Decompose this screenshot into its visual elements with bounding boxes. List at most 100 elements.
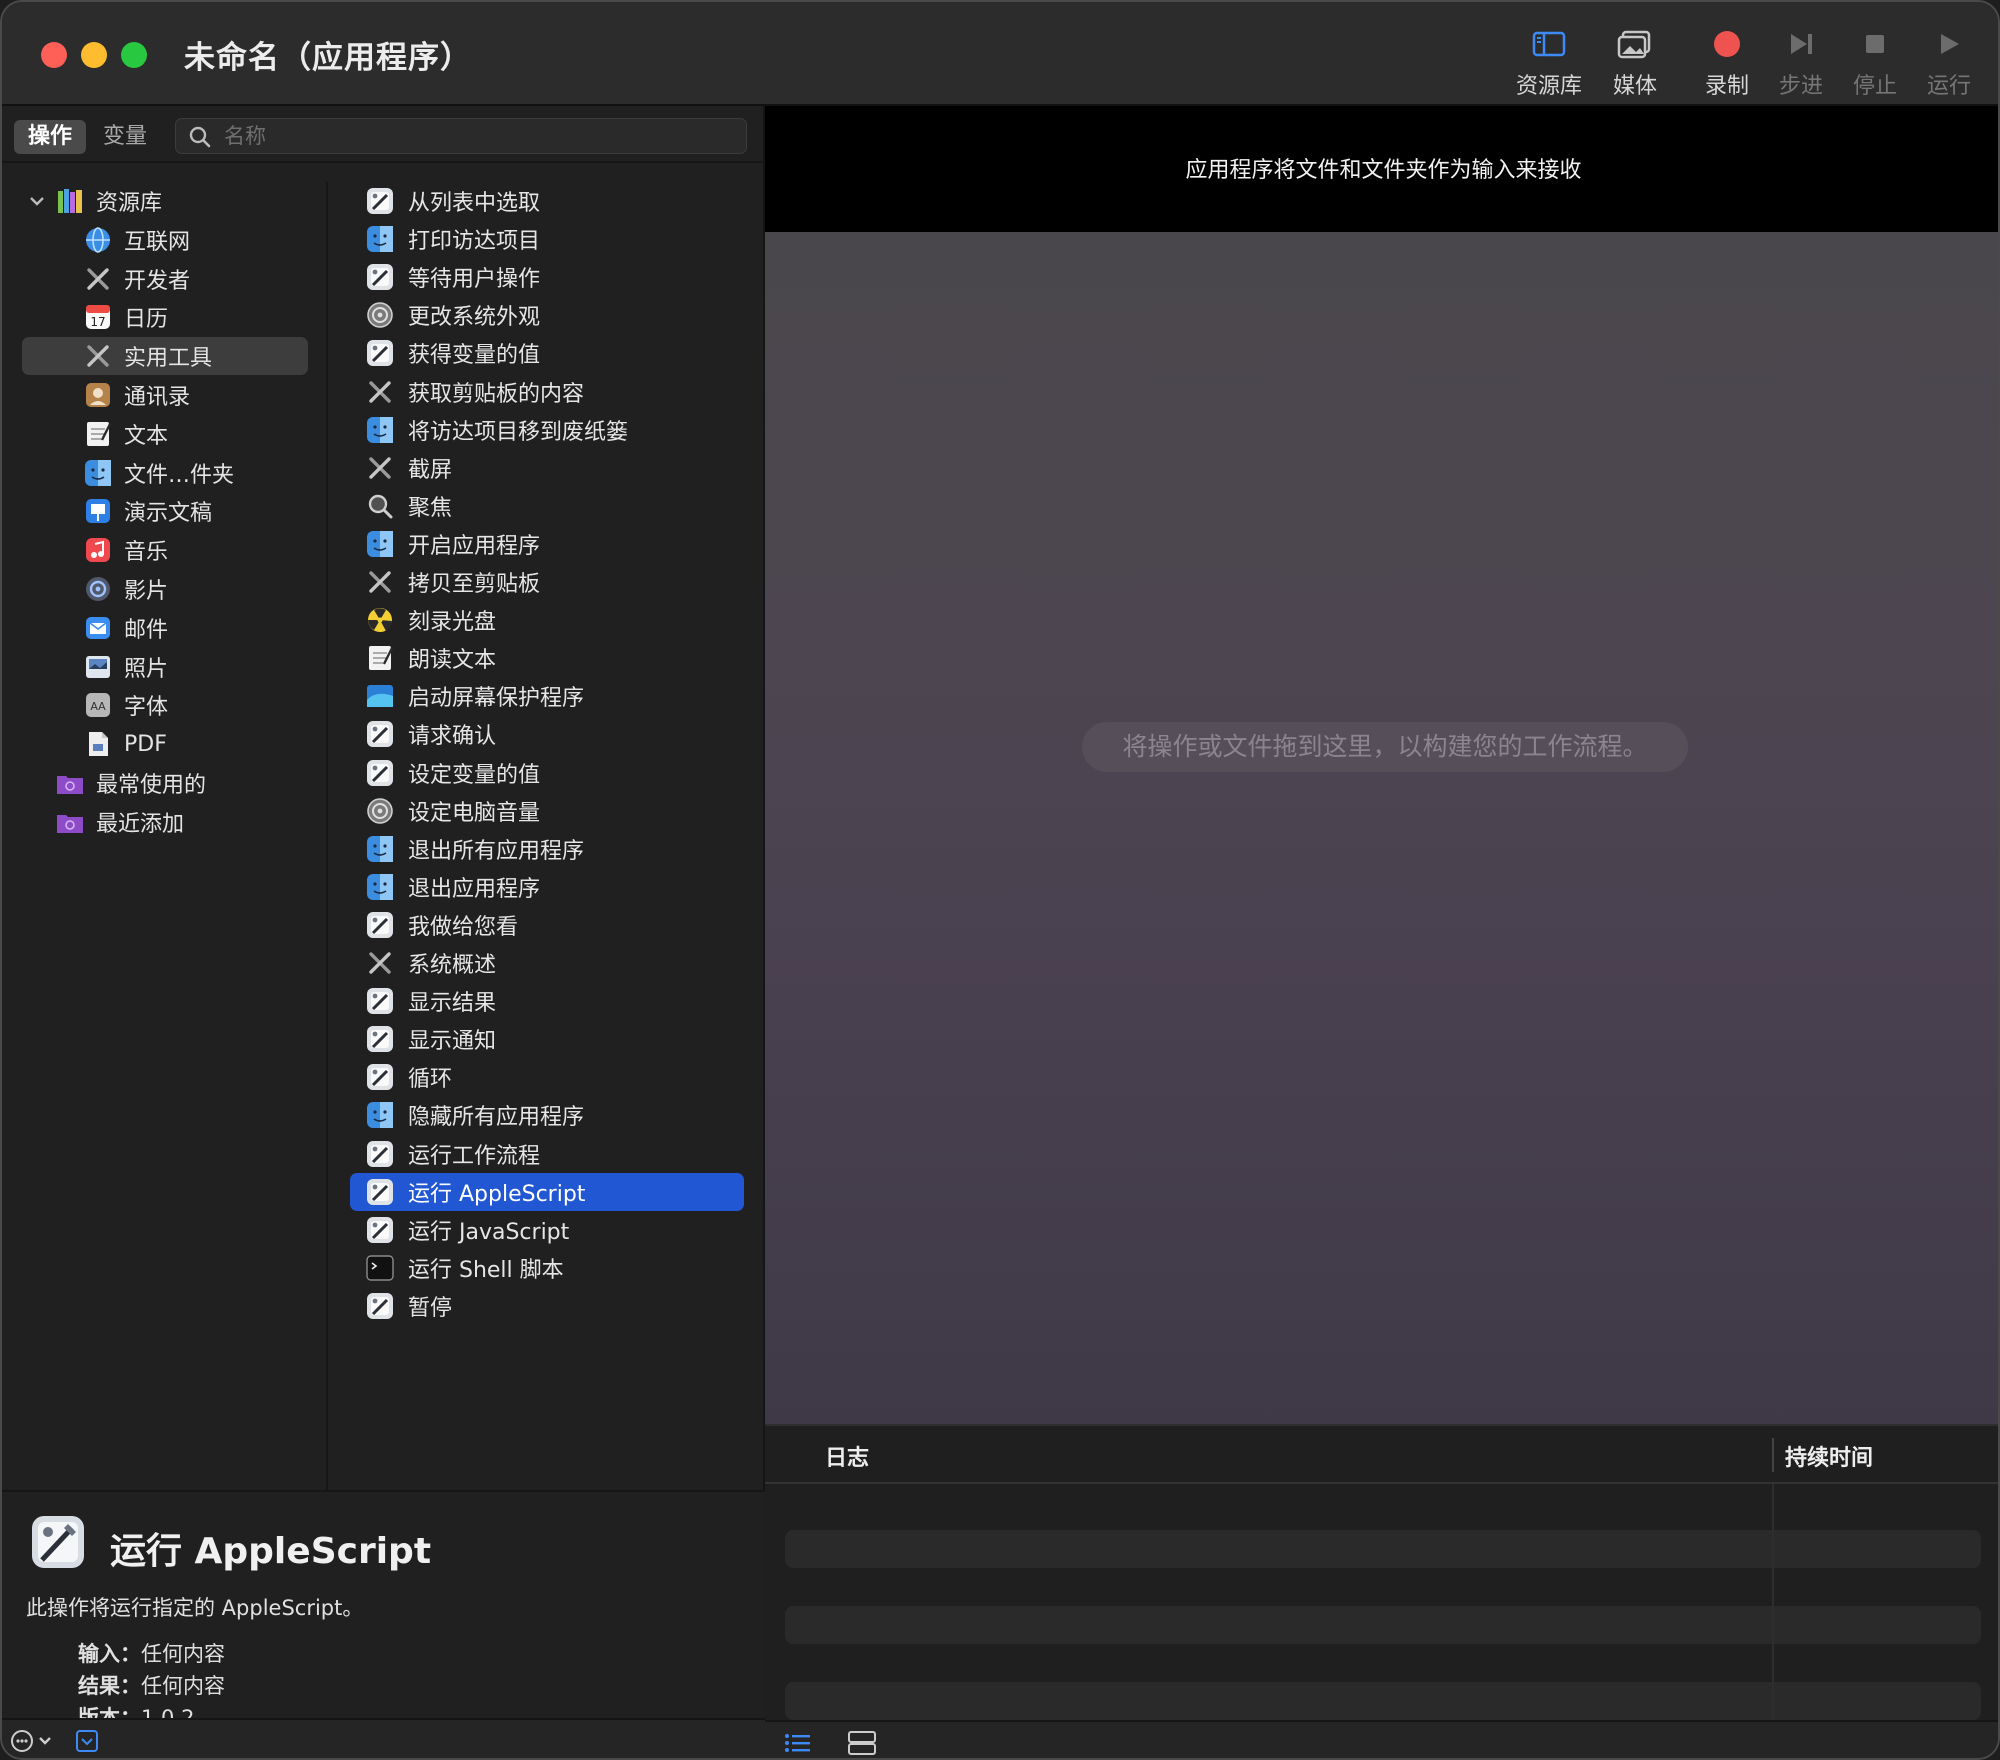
library-category[interactable]: 邮件 [22, 609, 308, 647]
action-label: 拷贝至剪贴板 [408, 572, 541, 597]
workflow-canvas[interactable]: 将操作或文件拖到这里，以构建您的工作流程。 [765, 232, 1998, 1424]
library-category[interactable]: 通讯录 [22, 376, 308, 414]
play-icon [1941, 34, 1959, 54]
category-label: 文本 [124, 423, 169, 449]
library-category[interactable]: 最常使用的 [22, 764, 308, 802]
action-item[interactable]: 聚焦 [350, 487, 744, 525]
action-label: 隐藏所有应用程序 [408, 1105, 585, 1131]
action-label: 将访达项目移到废纸篓 [408, 419, 629, 445]
category-label: 演示文稿 [124, 501, 213, 527]
media-label: 媒体 [1612, 74, 1657, 99]
automator-icon [366, 339, 394, 367]
split-view-icon[interactable] [847, 1730, 877, 1756]
action-item[interactable]: 拷贝至剪贴板 [350, 563, 744, 601]
result-value: 任何内容 [141, 1674, 225, 1698]
run-label: 运行 [1926, 74, 1971, 99]
column-separator[interactable] [1772, 1438, 1774, 1472]
action-item[interactable]: 显示结果 [350, 982, 744, 1020]
library-category[interactable]: AA 字体 [22, 686, 308, 724]
segment-variables[interactable]: 变量 [94, 120, 156, 154]
action-item[interactable]: 从列表中选取 [350, 182, 744, 220]
library-category[interactable]: 文件…件夹 [22, 454, 308, 492]
automator-icon [366, 987, 394, 1015]
library-pane: 操作 变量 资源库互联网开发者 17 日历实用工具通讯录文本文件…件夹演示文稿音乐影… [2, 106, 765, 1730]
library-segmented-control: 操作 变量 [14, 120, 156, 154]
chevron-down-icon[interactable] [26, 190, 48, 212]
action-item[interactable]: 设定变量的值 [350, 754, 744, 792]
library-toolbar-button[interactable]: 资源库 [1504, 24, 1594, 100]
movie-icon [84, 575, 112, 603]
action-item[interactable]: 朗读文本 [350, 639, 744, 677]
action-item[interactable]: 开启应用程序 [350, 525, 744, 563]
action-item[interactable]: 刻录光盘 [350, 601, 744, 639]
action-label: 请求确认 [408, 724, 497, 750]
action-item[interactable]: 运行 AppleScript [350, 1172, 744, 1211]
description-toggle-icon[interactable] [74, 1728, 100, 1754]
action-item[interactable]: 运行 JavaScript [350, 1211, 744, 1249]
drop-hint: 将操作或文件拖到这里，以构建您的工作流程。 [1082, 722, 1688, 772]
text-icon [84, 420, 112, 448]
log-column-header[interactable]: 日志 [825, 1440, 869, 1472]
search-field[interactable] [175, 118, 747, 154]
log-row [785, 1530, 1981, 1568]
more-options-icon[interactable] [10, 1728, 56, 1754]
action-item[interactable]: 运行 Shell 脚本 [350, 1249, 744, 1287]
media-toolbar-button[interactable]: 媒体 [1590, 24, 1680, 100]
action-item[interactable]: 我做给您看 [350, 906, 744, 944]
action-item[interactable]: 退出应用程序 [350, 868, 744, 906]
action-item[interactable]: 等待用户操作 [350, 258, 744, 296]
action-item[interactable]: 设定电脑音量 [350, 792, 744, 830]
search-icon [189, 126, 211, 148]
input-value: 任何内容 [141, 1642, 225, 1666]
photos-icon [84, 653, 112, 681]
action-item[interactable]: 获取剪贴板的内容 [350, 373, 744, 411]
tools-icon [366, 378, 394, 406]
library-category[interactable]: 文本 [22, 415, 308, 453]
minimize-window-button[interactable] [81, 42, 107, 68]
action-item[interactable]: 退出所有应用程序 [350, 830, 744, 868]
action-item[interactable]: 隐藏所有应用程序 [350, 1096, 744, 1134]
action-label: 暂停 [408, 1295, 453, 1321]
result-key: 结果： [78, 1674, 141, 1698]
library-category[interactable]: PDF [22, 725, 308, 763]
segment-actions[interactable]: 操作 [14, 120, 86, 154]
text-icon [366, 644, 394, 672]
library-category[interactable]: 影片 [22, 570, 308, 608]
category-label: 最常使用的 [96, 773, 207, 798]
action-item[interactable]: 截屏 [350, 449, 744, 487]
library-category[interactable]: 最近添加 [22, 803, 308, 841]
system-prefs-icon [366, 301, 394, 329]
action-label: 我做给您看 [408, 914, 519, 940]
font-icon: AA [84, 691, 112, 719]
action-item[interactable]: 系统概述 [350, 944, 744, 982]
action-item[interactable]: 循环 [350, 1058, 744, 1096]
library-category[interactable]: 演示文稿 [22, 492, 308, 530]
finder-icon [366, 416, 394, 444]
action-item[interactable]: 暂停 [350, 1287, 744, 1325]
action-item[interactable]: 获得变量的值 [350, 334, 744, 372]
close-window-button[interactable] [41, 42, 67, 68]
action-item[interactable]: 打印访达项目 [350, 220, 744, 258]
mail-icon [84, 614, 112, 642]
action-item[interactable]: 显示通知 [350, 1020, 744, 1058]
library-root[interactable]: 资源库 [22, 182, 308, 220]
library-category[interactable]: 开发者 [22, 260, 308, 298]
action-item[interactable]: 将访达项目移到废纸篓 [350, 411, 744, 449]
list-view-icon[interactable] [783, 1730, 813, 1756]
library-category[interactable]: 照片 [22, 648, 308, 686]
action-label: 聚焦 [408, 495, 453, 521]
action-label: 朗读文本 [408, 648, 497, 674]
action-item[interactable]: 更改系统外观 [350, 296, 744, 334]
library-category[interactable]: 17 日历 [22, 298, 308, 336]
duration-column-header[interactable]: 持续时间 [1785, 1440, 1873, 1472]
action-item[interactable]: 启动屏幕保护程序 [350, 677, 744, 715]
run-toolbar-button[interactable]: 运行 [1904, 24, 1994, 100]
action-item[interactable]: 运行工作流程 [350, 1135, 744, 1173]
zoom-window-button[interactable] [121, 42, 147, 68]
library-category[interactable]: 音乐 [22, 531, 308, 569]
action-item[interactable]: 请求确认 [350, 715, 744, 753]
library-category[interactable]: 实用工具 [22, 337, 308, 376]
tools-icon [366, 568, 394, 596]
library-category[interactable]: 互联网 [22, 221, 308, 259]
search-input[interactable] [224, 121, 734, 151]
